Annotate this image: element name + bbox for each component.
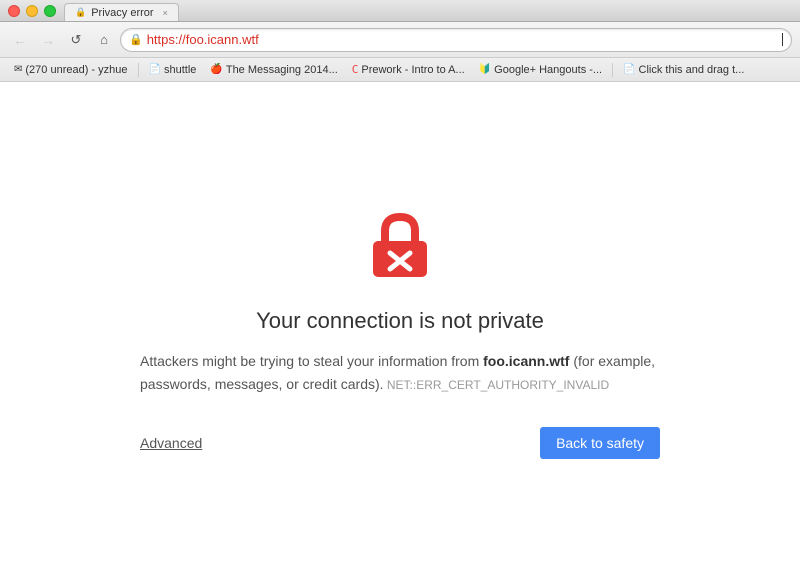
forward-button[interactable]: → bbox=[36, 28, 60, 52]
bookmarks-bar: ✉ (270 unread) - yzhue 📄 shuttle 🍎 The M… bbox=[0, 58, 800, 82]
maximize-button[interactable] bbox=[44, 5, 56, 17]
tab-area: 🔒 Privacy error × bbox=[64, 0, 792, 21]
close-button[interactable] bbox=[8, 5, 20, 17]
bookmark-prework[interactable]: C Prework - Intro to A... bbox=[346, 62, 471, 77]
error-container: Your connection is not private Attackers… bbox=[140, 209, 660, 459]
bookmark-prework-label: Prework - Intro to A... bbox=[361, 64, 464, 76]
bookmark-hangouts-label: Google+ Hangouts -... bbox=[494, 64, 602, 76]
title-bar: 🔒 Privacy error × bbox=[0, 0, 800, 22]
bookmark-hangouts[interactable]: 🔰 Google+ Hangouts -... bbox=[473, 63, 608, 77]
bookmarks-divider-1 bbox=[138, 63, 139, 77]
bookmark-shuttle-icon: 📄 bbox=[149, 64, 161, 75]
reload-button[interactable]: ↺ bbox=[64, 28, 88, 52]
address-cursor bbox=[782, 33, 783, 46]
lock-error-icon bbox=[365, 209, 435, 279]
nav-bar: ← → ↺ ⌂ 🔒 https://foo.icann.wtf bbox=[0, 22, 800, 58]
traffic-lights bbox=[8, 5, 56, 17]
address-text: https://foo.icann.wtf bbox=[147, 32, 776, 47]
bookmark-email-label: (270 unread) - yzhue bbox=[25, 64, 127, 76]
page-content: Your connection is not private Attackers… bbox=[0, 82, 800, 586]
bookmarks-divider-2 bbox=[612, 63, 613, 77]
bookmark-prework-icon: C bbox=[352, 63, 359, 76]
bookmark-messaging[interactable]: 🍎 The Messaging 2014... bbox=[204, 63, 343, 77]
advanced-button[interactable]: Advanced bbox=[140, 435, 202, 451]
bookmark-shuttle-label: shuttle bbox=[164, 64, 196, 76]
minimize-button[interactable] bbox=[26, 5, 38, 17]
bookmark-messaging-label: The Messaging 2014... bbox=[226, 64, 338, 76]
error-code: NET::ERR_CERT_AUTHORITY_INVALID bbox=[384, 378, 610, 392]
bookmark-email-icon: ✉ bbox=[14, 64, 22, 75]
lock-icon-wrap bbox=[365, 209, 435, 284]
bookmark-drag-icon: 📄 bbox=[623, 64, 635, 75]
error-title: Your connection is not private bbox=[256, 308, 544, 334]
bookmark-email[interactable]: ✉ (270 unread) - yzhue bbox=[8, 63, 134, 77]
back-to-safety-button[interactable]: Back to safety bbox=[540, 427, 660, 459]
back-button[interactable]: ← bbox=[8, 28, 32, 52]
error-description: Attackers might be trying to steal your … bbox=[140, 350, 660, 395]
button-row: Advanced Back to safety bbox=[140, 427, 660, 459]
bookmark-shuttle[interactable]: 📄 shuttle bbox=[143, 63, 203, 77]
bookmark-hangouts-icon: 🔰 bbox=[479, 64, 491, 75]
bookmark-drag[interactable]: 📄 Click this and drag t... bbox=[617, 63, 750, 77]
tab-favicon: 🔒 bbox=[75, 7, 86, 18]
home-button[interactable]: ⌂ bbox=[92, 28, 116, 52]
active-tab[interactable]: 🔒 Privacy error × bbox=[64, 3, 179, 21]
address-lock-icon: 🔒 bbox=[129, 33, 143, 46]
bookmark-messaging-icon: 🍎 bbox=[210, 64, 222, 75]
tab-title: Privacy error bbox=[91, 7, 153, 19]
error-domain: foo.icann.wtf bbox=[483, 353, 569, 369]
tab-close-icon[interactable]: × bbox=[163, 8, 168, 18]
address-bar[interactable]: 🔒 https://foo.icann.wtf bbox=[120, 28, 792, 52]
error-desc-before: Attackers might be trying to steal your … bbox=[140, 353, 483, 369]
bookmark-drag-label: Click this and drag t... bbox=[639, 64, 745, 76]
